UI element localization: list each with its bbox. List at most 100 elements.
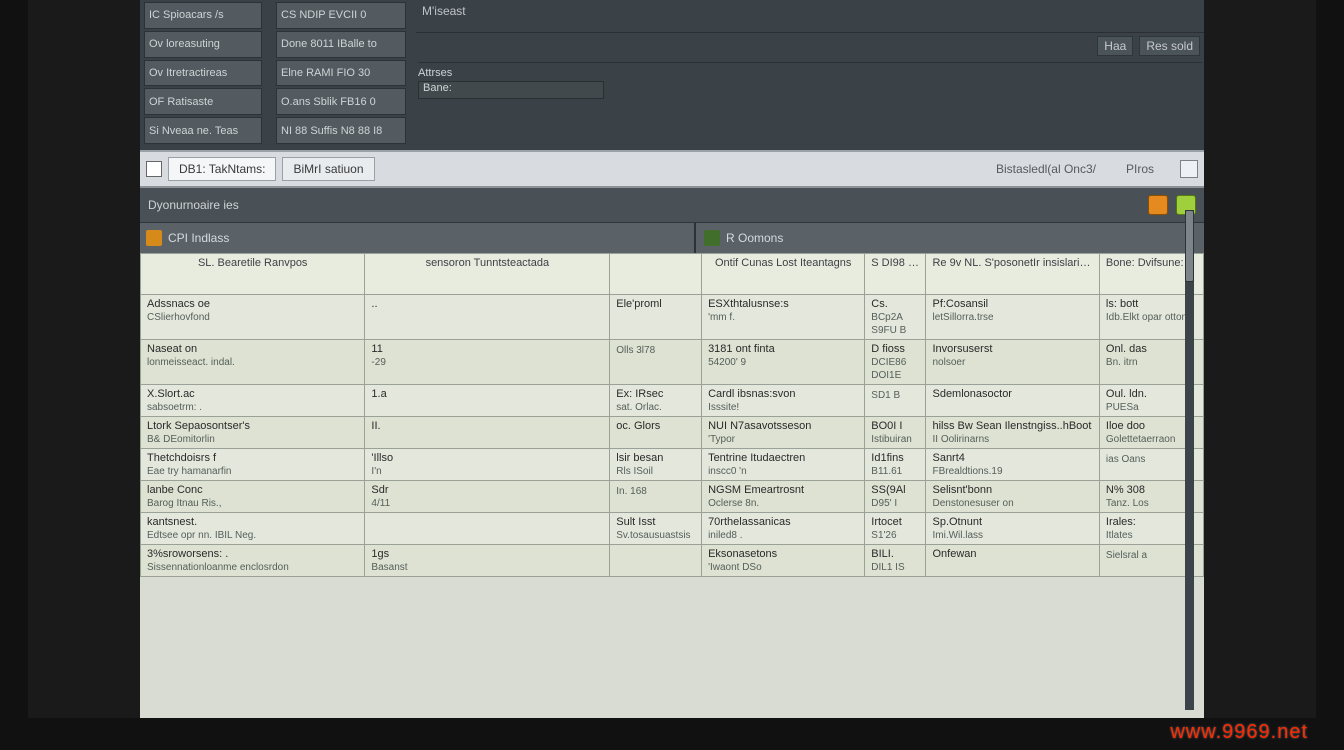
col-codes[interactable]: S DI98 B90 I [865, 254, 926, 295]
top-right-pane: M'iseast Haa Res sold Attrses Bane: [416, 0, 1204, 146]
col-sensor[interactable]: sensoron Tunntsteactada [365, 254, 610, 295]
scrollbar-thumb[interactable] [1185, 210, 1194, 282]
table-cell: Cs.BCp2AS9FU B [865, 295, 926, 340]
toolbar: DB1: TakNtams: BiMrI satiuon Bistasledl(… [140, 150, 1204, 188]
top-list-col2: CS NDIP EVCII 0 Done 8011 IBalle to Elne… [272, 0, 408, 146]
toolbar-checkbox[interactable] [146, 161, 162, 177]
top-list2-row[interactable]: Done 8011 IBalle to [276, 31, 406, 58]
table-cell: Ltork Sepaosontser'sB& DEomitorlin [141, 417, 365, 449]
table-cell [365, 513, 610, 545]
table-cell: Tentrine Itudaectreninscc0 'n [702, 449, 865, 481]
panel-head-left[interactable]: CPI Indlass [140, 230, 692, 246]
table-cell: Ex: IRsecsat. Orlac. [610, 385, 702, 417]
section-title: Dyonurnoaire ies [148, 198, 239, 212]
folder-icon [146, 230, 162, 246]
table-cell: Sult IsstSv.tosausuastsis [610, 513, 702, 545]
top-panel: IC Spioacars /s Ov loreasuting Ov Itretr… [140, 0, 1204, 150]
table-cell: Sanrt4FBrealdtions.19 [926, 449, 1099, 481]
table-cell: 3181 ont finta54200' 9 [702, 340, 865, 385]
table-row[interactable]: Adssnacs oeCSlierhovfond..Ele'promlESXth… [141, 295, 1204, 340]
top-list2-row[interactable]: NI 88 Suffis N8 88 I8 [276, 117, 406, 144]
app-screen: IC Spioacars /s Ov loreasuting Ov Itretr… [140, 0, 1204, 718]
top-list-col1: IC Spioacars /s Ov loreasuting Ov Itretr… [140, 0, 264, 146]
table-cell: Naseat onlonmeisseact. indal. [141, 340, 365, 385]
alert-icon[interactable] [1148, 195, 1168, 215]
toolbar-mini-button[interactable] [1180, 160, 1198, 178]
top-list1-row[interactable]: Ov Itretractireas [144, 60, 262, 87]
top-list2-row[interactable]: CS NDIP EVCII 0 [276, 2, 406, 29]
top-list1-row[interactable]: IC Spioacars /s [144, 2, 262, 29]
col-ranvpos[interactable]: SL. Bearetile Ranvpos [141, 254, 365, 295]
panel-head-row: CPI Indlass R Oomons [140, 223, 1204, 253]
panel-head-right-label: R Oomons [726, 231, 783, 245]
tab-taknames[interactable]: DB1: TakNtams: [168, 157, 276, 181]
table-cell: NGSM EmeartrosntOclerse 8n. [702, 481, 865, 513]
table-cell: Sdr4/11 [365, 481, 610, 513]
table-row[interactable]: lanbe ConcBarog Itnau Ris.,Sdr4/11In. 16… [141, 481, 1204, 513]
toolbar-piros: PIros [1126, 162, 1154, 176]
table-cell: kantsnest.Edtsee opr nn. IBIL Neg. [141, 513, 365, 545]
top-list1-row[interactable]: OF Ratisaste [144, 88, 262, 115]
table-cell: Invorsuserstnolsoer [926, 340, 1099, 385]
col-ontif[interactable]: Ontif Cunas Lost Iteantagns [702, 254, 865, 295]
table-cell: SS(9AlD95' I [865, 481, 926, 513]
table-row[interactable]: Ltork Sepaosontser'sB& DEomitorlinII.oc.… [141, 417, 1204, 449]
table-cell: IrtocetS1'26 [865, 513, 926, 545]
table-cell: lanbe ConcBarog Itnau Ris., [141, 481, 365, 513]
table-cell: ESXthtalusnse:s'mm f. [702, 295, 865, 340]
table-cell: D fiossDCIE86DOI1E [865, 340, 926, 385]
top-list1-row[interactable]: Si Nveaa ne. Teas [144, 117, 262, 144]
table-cell: 11-29 [365, 340, 610, 385]
panel-divider [694, 223, 696, 253]
table-cell: Ele'proml [610, 295, 702, 340]
table-cell: lsir besanRls ISoil [610, 449, 702, 481]
grid-header-row: SL. Bearetile Ranvpos sensoron Tunntstea… [141, 254, 1204, 295]
table-cell: 'IllsoI'n [365, 449, 610, 481]
btn-res-sold[interactable]: Res sold [1139, 36, 1200, 56]
table-cell: 1gsBasanst [365, 545, 610, 577]
scrollbar[interactable] [1185, 210, 1194, 710]
table-cell: 70rthelassanicasiniled8 . [702, 513, 865, 545]
grid-scroll[interactable]: SL. Bearetile Ranvpos sensoron Tunntstea… [140, 253, 1204, 718]
top-list2-row[interactable]: Elne RAMI FIO 30 [276, 60, 406, 87]
top-list2-row[interactable]: O.ans Sblik FB16 0 [276, 88, 406, 115]
field-value[interactable]: Bane: [418, 81, 604, 99]
monitor-bezel: IC Spioacars /s Ov loreasuting Ov Itretr… [0, 0, 1344, 750]
col-sub[interactable] [610, 254, 702, 295]
table-cell: Adssnacs oeCSlierhovfond [141, 295, 365, 340]
table-cell [610, 545, 702, 577]
tab-satiuon[interactable]: BiMrI satiuon [282, 157, 374, 181]
col-spons[interactable]: Re 9v NL. S'posonetIr insislarirdses ons [926, 254, 1099, 295]
top-list1-row[interactable]: Ov loreasuting [144, 31, 262, 58]
field-label: Attrses [418, 67, 452, 79]
record-icon [704, 230, 720, 246]
table-cell: SD1 B [865, 385, 926, 417]
top-right-field: Attrses Bane: [418, 62, 1202, 99]
table-cell: Id1finsB11.61 [865, 449, 926, 481]
table-cell: .. [365, 295, 610, 340]
table-row[interactable]: Thetchdoisrs fEae try hamanarfin'IllsoI'… [141, 449, 1204, 481]
table-cell: NUI N7asavotsseson'Typor [702, 417, 865, 449]
table-cell: X.Slort.acsabsoetrm: . [141, 385, 365, 417]
table-row[interactable]: Naseat onlonmeisseact. indal.11-29Olls 3… [141, 340, 1204, 385]
table-cell: hilss Bw Sean Ilenstngiss..hBootII Oolir… [926, 417, 1099, 449]
table-cell: BO0I IIstibuiran [865, 417, 926, 449]
table-row[interactable]: X.Slort.acsabsoetrm: .1.aEx: IRsecsat. O… [141, 385, 1204, 417]
table-cell: Olls 3l78 [610, 340, 702, 385]
table-cell: II. [365, 417, 610, 449]
data-grid: SL. Bearetile Ranvpos sensoron Tunntstea… [140, 253, 1204, 577]
top-right-buttons: Haa Res sold [1097, 36, 1200, 56]
table-cell: Cardl ibsnas:svonIsssite! [702, 385, 865, 417]
table-cell: oc. Glors [610, 417, 702, 449]
table-row[interactable]: 3%sroworsens: .Sissennationloanme enclos… [141, 545, 1204, 577]
btn-haa[interactable]: Haa [1097, 36, 1133, 56]
section-bar: Dyonurnoaire ies [140, 188, 1204, 223]
table-cell: Eksonasetons'Iwaont DSo [702, 545, 865, 577]
table-cell: 3%sroworsens: .Sissennationloanme enclos… [141, 545, 365, 577]
top-right-title: M'iseast [416, 0, 1204, 33]
table-cell: In. 168 [610, 481, 702, 513]
panel-head-right[interactable]: R Oomons [698, 230, 783, 246]
table-row[interactable]: kantsnest.Edtsee opr nn. IBIL Neg. Sult I… [141, 513, 1204, 545]
table-cell: Sdemlonasoctor [926, 385, 1099, 417]
toolbar-clock: Bistasledl(al Onc3/ [996, 162, 1096, 176]
